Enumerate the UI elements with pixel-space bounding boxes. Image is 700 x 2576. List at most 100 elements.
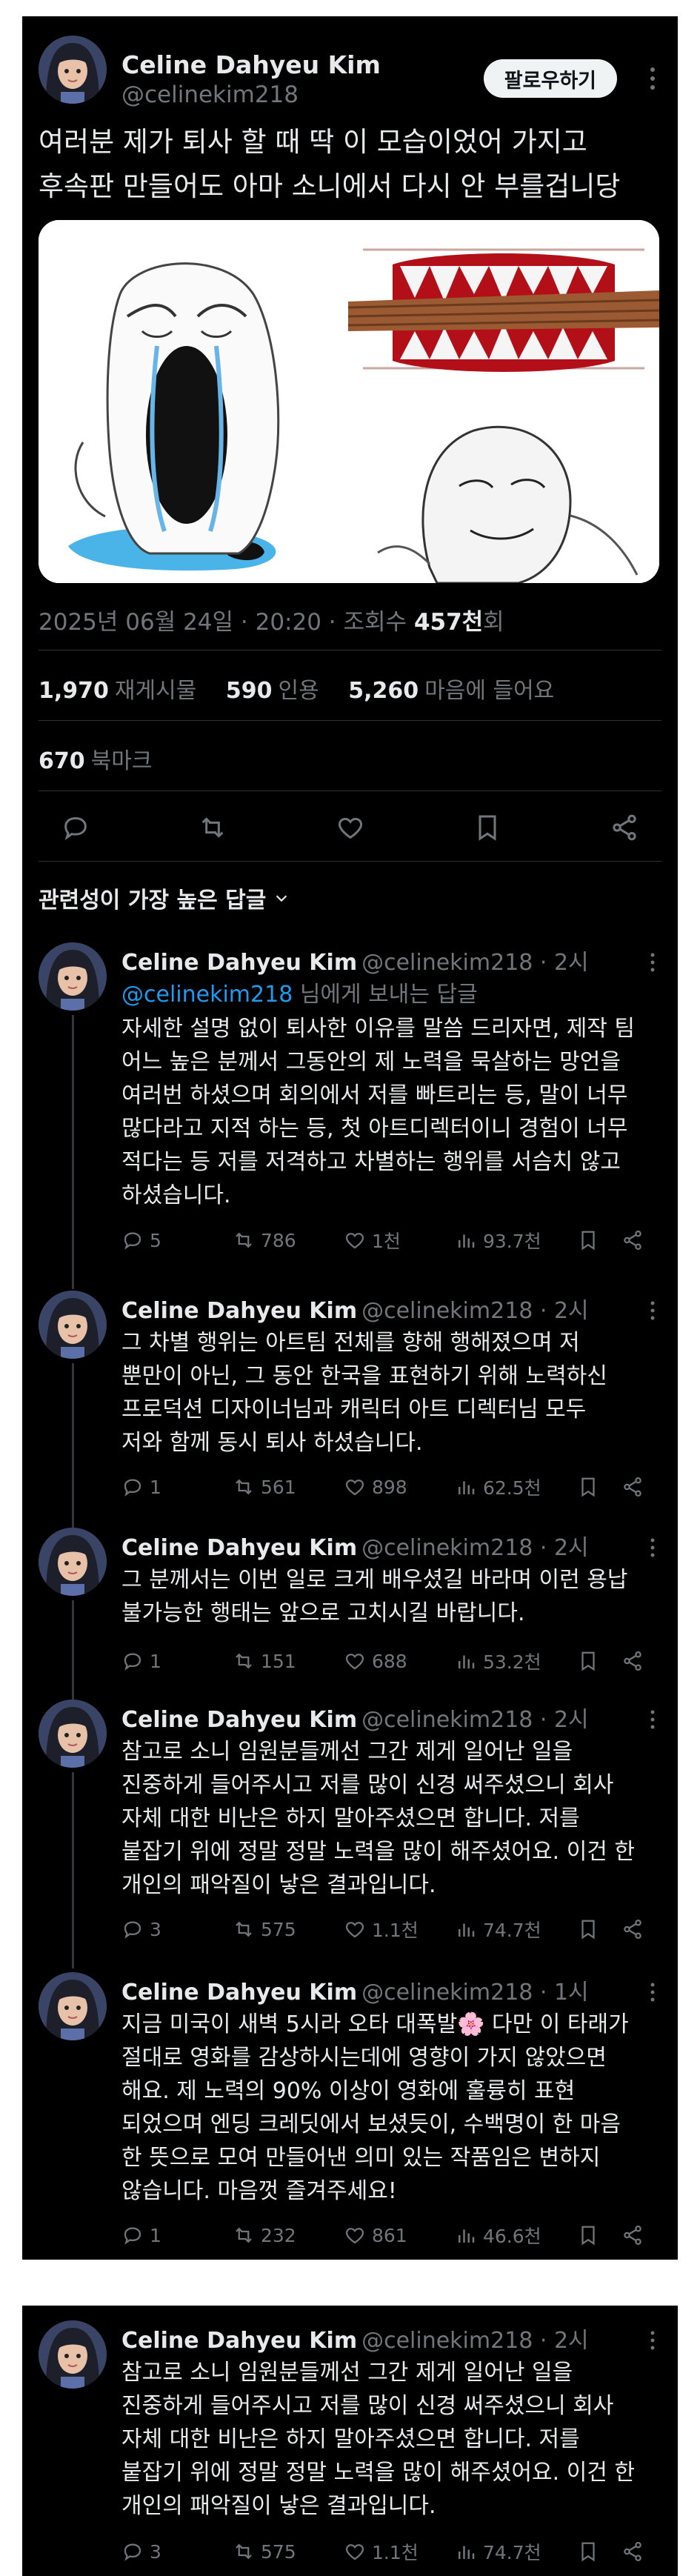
share-icon[interactable]: [621, 1650, 644, 1672]
reply-author-handle[interactable]: @celinekim218 · 2시: [361, 1707, 589, 1733]
reply-button[interactable]: 1: [121, 1476, 233, 1498]
retweet-stat[interactable]: 1,970 재게시물: [39, 678, 196, 704]
reply-button[interactable]: 1: [121, 2224, 233, 2246]
like-button[interactable]: 861: [344, 2224, 455, 2246]
share-icon[interactable]: [621, 2224, 644, 2246]
media-image-crying-face[interactable]: [39, 220, 342, 583]
retweet-button[interactable]: 786: [233, 1229, 344, 1251]
reply-author-name[interactable]: Celine Dahyeu Kim: [121, 1535, 357, 1561]
reply-text-line: 여러번 하셨으며 회의에서 저를 빠트리는 등, 말이 너무: [121, 1082, 628, 1108]
share-icon[interactable]: [621, 1918, 644, 1940]
bookmark-icon[interactable]: [577, 1650, 621, 1672]
like-button[interactable]: 688: [344, 1650, 455, 1672]
like-icon[interactable]: [336, 813, 365, 842]
avatar[interactable]: [39, 1528, 107, 1596]
chevron-down-icon: [273, 890, 290, 906]
reply-button[interactable]: 1: [121, 1650, 233, 1672]
more-icon[interactable]: [645, 1980, 660, 2005]
reply-button[interactable]: 3: [121, 2540, 233, 2563]
retweet-button[interactable]: 151: [233, 1650, 344, 1672]
reply-to-suffix: 님에게 보내는 답글: [293, 982, 478, 1008]
tweet-text-line: 여러분 제가 퇴사 할 때 딱 이 모습이었어 가지고: [39, 126, 587, 158]
bookmark-icon[interactable]: [577, 1229, 621, 1251]
reply-tweet[interactable]: Celine Dahyeu Kim @celinekim218 · 1시 지금 미…: [22, 1972, 678, 2254]
bookmark-icon[interactable]: [577, 2224, 621, 2246]
reply-text-line: 뿐만이 아닌, 그 동안 한국을 표현하기 위해 노력하신: [121, 1363, 607, 1389]
bookmark-label: 북마크: [90, 748, 153, 774]
reply-button[interactable]: 3: [121, 1918, 233, 1940]
reply-author-handle[interactable]: @celinekim218 · 2시: [361, 1535, 589, 1561]
author-name[interactable]: Celine Dahyeu Kim: [121, 50, 381, 79]
reply-to-mention[interactable]: @celinekim218: [121, 982, 293, 1008]
reply-author-handle[interactable]: @celinekim218 · 1시: [361, 1980, 589, 2006]
reply-author-handle[interactable]: @celinekim218 · 2시: [361, 2328, 589, 2354]
share-icon[interactable]: [610, 813, 639, 842]
reply-tweet[interactable]: Celine Dahyeu Kim @celinekim218 · 2시 @cel…: [22, 942, 678, 1289]
media-image-smug-face[interactable]: [348, 405, 659, 583]
more-icon[interactable]: [645, 950, 660, 975]
reply-button[interactable]: 5: [121, 1229, 233, 1251]
share-icon[interactable]: [621, 2540, 644, 2563]
reply-text: 그 분께서는 이번 일로 크게 배우셨길 바라며 이런 용납 불가능한 행태는 …: [121, 1563, 647, 1630]
reply-tweet[interactable]: Celine Dahyeu Kim @celinekim218 · 2시 참고로 …: [22, 1700, 678, 1968]
avatar[interactable]: [39, 1972, 107, 2040]
reply-author-name[interactable]: Celine Dahyeu Kim: [121, 2328, 357, 2354]
like-button[interactable]: 1천: [344, 1227, 455, 1254]
reply-author-handle[interactable]: @celinekim218 · 2시: [361, 1298, 589, 1324]
reply-tweet[interactable]: Celine Dahyeu Kim @celinekim218 · 2시 참고로 …: [22, 2320, 678, 2576]
avatar[interactable]: [39, 36, 107, 104]
avatar[interactable]: [39, 1291, 107, 1359]
reply-tweet[interactable]: Celine Dahyeu Kim @celinekim218 · 2시 그 차별…: [22, 1291, 678, 1528]
quote-stat[interactable]: 590 인용: [226, 678, 319, 704]
more-icon[interactable]: [645, 1707, 660, 1732]
follow-button[interactable]: 팔로우하기: [483, 59, 617, 98]
avatar[interactable]: [39, 942, 107, 1011]
reply-author-name[interactable]: Celine Dahyeu Kim: [121, 1707, 357, 1733]
more-icon[interactable]: [645, 1298, 660, 1323]
like-count: 1.1천: [372, 1920, 419, 1941]
reply-tweet[interactable]: Celine Dahyeu Kim @celinekim218 · 2시 그 분께…: [22, 1528, 678, 1700]
share-icon[interactable]: [621, 1476, 644, 1498]
retweet-button[interactable]: 232: [233, 2224, 344, 2246]
like-stat[interactable]: 5,260 마음에 들어요: [348, 678, 554, 704]
more-icon[interactable]: [645, 1535, 660, 1560]
reply-to-line: @celinekim218 님에게 보내는 답글: [121, 978, 647, 1011]
media-image-teeth[interactable]: [348, 220, 659, 399]
views-button[interactable]: 74.7천: [455, 1916, 577, 1943]
like-button[interactable]: 898: [344, 1476, 455, 1498]
share-icon[interactable]: [621, 1229, 644, 1251]
more-icon[interactable]: [645, 2328, 660, 2353]
tweet-timestamp[interactable]: 2025년 06월 24일 · 20:20 · 조회수 457천회: [39, 603, 504, 636]
reply-text-line: 해요. 제 노력의 90% 이상이 영화에 훌륭히 표현: [121, 2078, 576, 2104]
reply-text-line: 붙잡기 위에 정말 정말 노력을 많이 해주셨어요. 이건 한: [121, 2460, 636, 2486]
views-button[interactable]: 74.7천: [455, 2538, 577, 2565]
reply-count: 3: [150, 2540, 161, 2563]
reply-author-handle[interactable]: @celinekim218 · 2시: [361, 950, 589, 976]
bookmark-icon[interactable]: [577, 2540, 621, 2563]
like-button[interactable]: 1.1천: [344, 2538, 455, 2565]
retweet-button[interactable]: 561: [233, 1476, 344, 1498]
more-icon[interactable]: [644, 64, 661, 93]
views-button[interactable]: 93.7천: [455, 1227, 577, 1254]
reply-author-name[interactable]: Celine Dahyeu Kim: [121, 1298, 357, 1324]
reply-icon[interactable]: [61, 813, 90, 842]
retweet-button[interactable]: 575: [233, 1918, 344, 1940]
views-button[interactable]: 46.6천: [455, 2222, 577, 2249]
author-handle[interactable]: @celinekim218: [121, 81, 299, 108]
views-button[interactable]: 62.5천: [455, 1474, 577, 1500]
bookmark-icon[interactable]: [473, 813, 502, 842]
bookmark-icon[interactable]: [577, 1918, 621, 1940]
bookmark-stat[interactable]: 670 북마크: [39, 742, 152, 775]
bookmark-icon[interactable]: [577, 1476, 621, 1498]
reply-author-name[interactable]: Celine Dahyeu Kim: [121, 950, 357, 976]
tweet-media-grid[interactable]: [39, 220, 659, 583]
retweet-icon[interactable]: [198, 813, 227, 842]
avatar[interactable]: [39, 1700, 107, 1768]
views-button[interactable]: 53.2천: [455, 1648, 577, 1674]
reply-author-name[interactable]: Celine Dahyeu Kim: [121, 1980, 357, 2006]
main-tweet-actions: [61, 809, 639, 846]
avatar[interactable]: [39, 2320, 107, 2389]
reply-sort-dropdown[interactable]: 관련성이 가장 높은 답글: [39, 882, 290, 914]
like-button[interactable]: 1.1천: [344, 1916, 455, 1943]
retweet-button[interactable]: 575: [233, 2540, 344, 2563]
